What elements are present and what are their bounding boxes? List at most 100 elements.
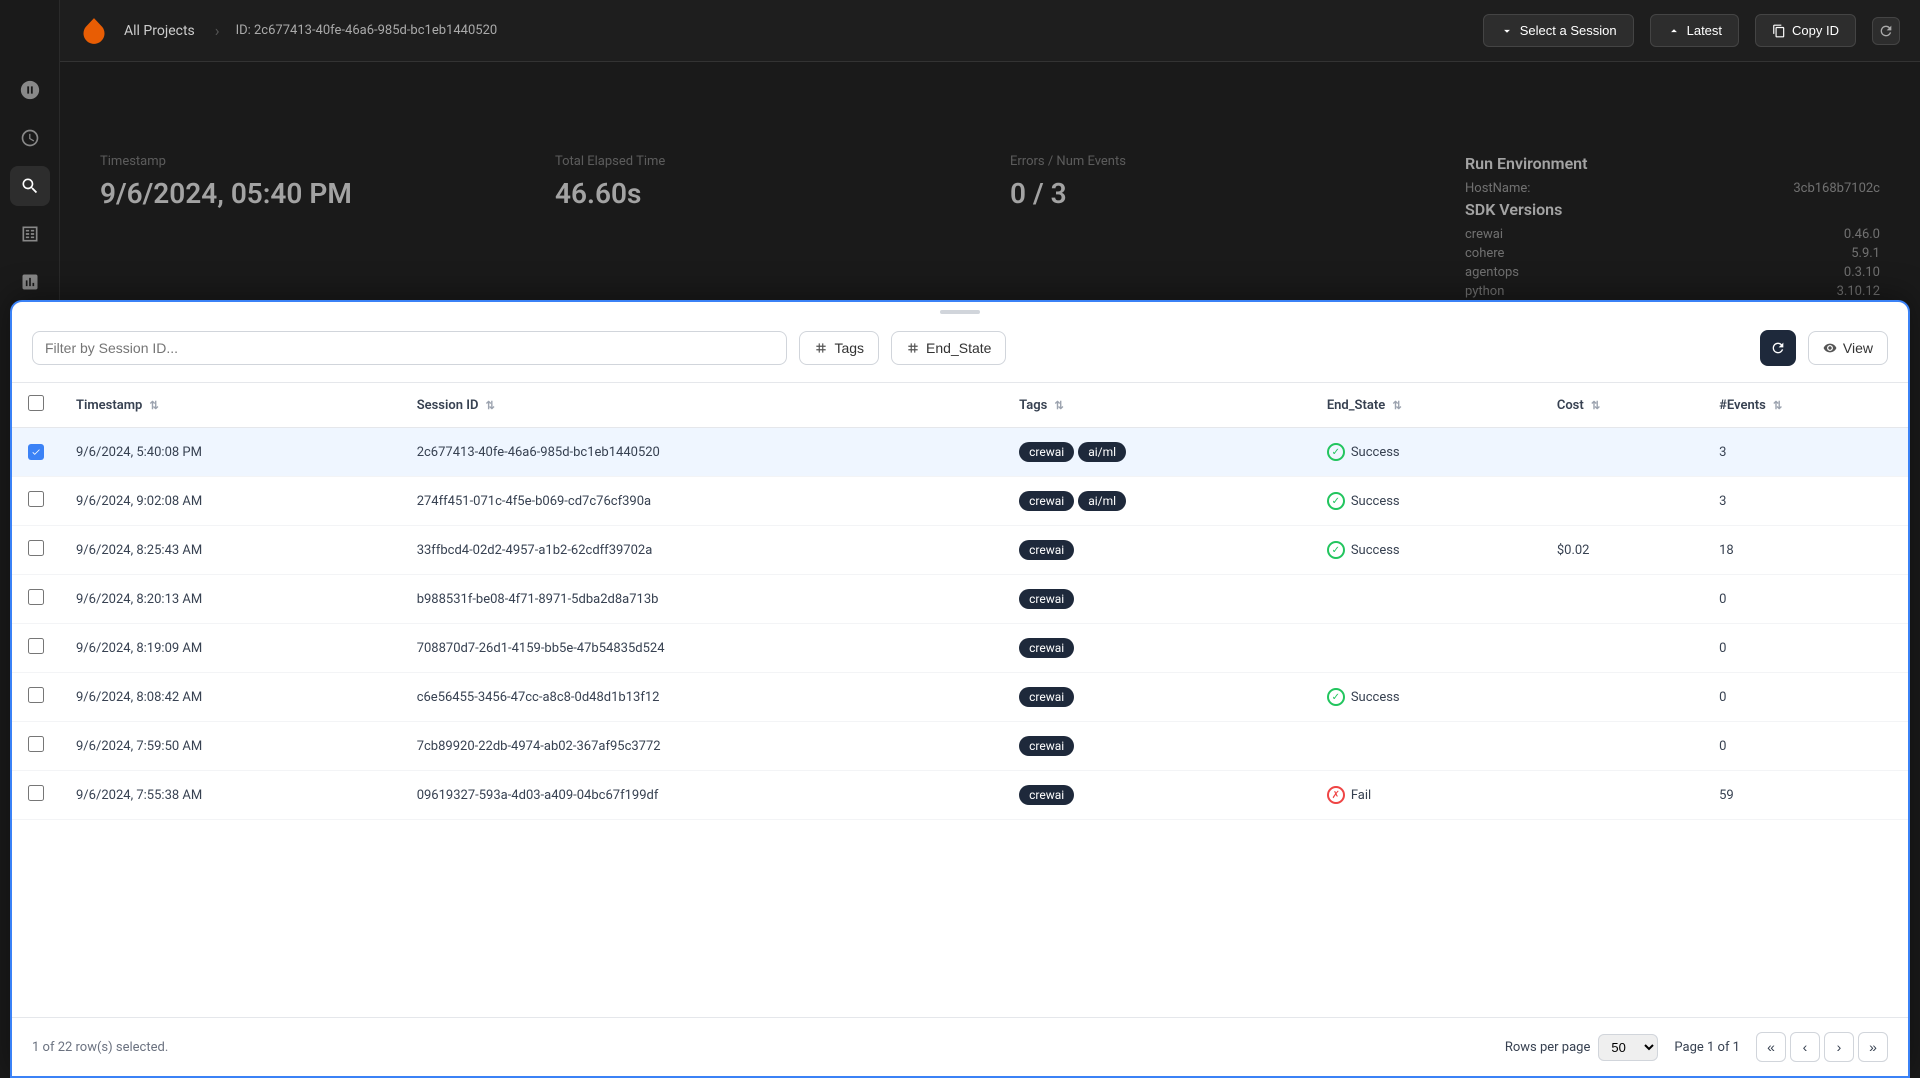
sdk-title: SDK Versions — [1465, 200, 1880, 219]
table-row[interactable]: 9/6/2024, 7:55:38 AM09619327-593a-4d03-a… — [12, 771, 1908, 820]
sidebar-item-logo[interactable] — [10, 70, 50, 110]
row-end-state: ✓Success — [1311, 526, 1541, 575]
hostname-value: 3cb168b7102c — [1793, 181, 1880, 196]
row-events: 59 — [1703, 771, 1908, 820]
cost-header[interactable]: Cost ⇅ — [1541, 383, 1703, 428]
tag-pill: crewai — [1019, 589, 1074, 609]
copy-id-button[interactable]: Copy ID — [1755, 14, 1856, 47]
row-timestamp: 9/6/2024, 8:25:43 AM — [60, 526, 401, 575]
errors-label: Errors / Num Events — [1010, 154, 1425, 169]
tag-pill: crewai — [1019, 736, 1074, 756]
row-events: 0 — [1703, 624, 1908, 673]
sidebar-item-analytics[interactable] — [10, 262, 50, 302]
row-end-state: ✗Fail — [1311, 771, 1541, 820]
row-tags: crewai — [1003, 526, 1311, 575]
modal-refresh-button[interactable] — [1760, 330, 1796, 366]
row-cost — [1541, 722, 1703, 771]
row-end-state: ✓Success — [1311, 428, 1541, 477]
session-id-header[interactable]: Session ID ⇅ — [401, 383, 1003, 428]
row-events: 3 — [1703, 477, 1908, 526]
view-button[interactable]: View — [1808, 331, 1888, 365]
row-cost — [1541, 624, 1703, 673]
timestamp-sort-icon: ⇅ — [150, 399, 159, 412]
row-end-state: ✓Success — [1311, 477, 1541, 526]
row-checkbox[interactable] — [28, 638, 44, 654]
row-checkbox[interactable] — [28, 687, 44, 703]
row-checkbox[interactable] — [28, 736, 44, 752]
events-sort-icon: ⇅ — [1773, 399, 1782, 412]
page-info: Page 1 of 1 — [1674, 1040, 1740, 1055]
table-row[interactable]: 9/6/2024, 8:25:43 AM33ffbcd4-02d2-4957-a… — [12, 526, 1908, 575]
row-tags: crewai — [1003, 673, 1311, 722]
next-page-button[interactable]: › — [1824, 1032, 1854, 1062]
row-checkbox[interactable] — [28, 540, 44, 556]
row-end-state — [1311, 575, 1541, 624]
row-cost — [1541, 771, 1703, 820]
row-cost — [1541, 673, 1703, 722]
sidebar-item-clock[interactable] — [10, 118, 50, 158]
row-session-id: 7cb89920-22db-4974-ab02-367af95c3772 — [401, 722, 1003, 771]
select-session-button[interactable]: Select a Session — [1483, 14, 1634, 47]
row-cost — [1541, 575, 1703, 624]
sdk-item: agentops0.3.10 — [1465, 265, 1880, 280]
rows-per-page-control: Rows per page 50 10 25 100 — [1505, 1034, 1659, 1061]
sdk-item: cohere5.9.1 — [1465, 246, 1880, 261]
row-tags: crewai — [1003, 575, 1311, 624]
sidebar-item-table[interactable] — [10, 214, 50, 254]
row-checkbox[interactable] — [28, 785, 44, 801]
row-checkbox[interactable] — [28, 491, 44, 507]
row-session-id: 09619327-593a-4d03-a409-04bc67f199df — [401, 771, 1003, 820]
end-state-filter-button[interactable]: End_State — [891, 331, 1006, 365]
rows-selected-label: 1 of 22 row(s) selected. — [32, 1040, 168, 1055]
timestamp-header[interactable]: Timestamp ⇅ — [60, 383, 401, 428]
select-all-header[interactable] — [12, 383, 60, 428]
tags-filter-button[interactable]: Tags — [799, 331, 879, 365]
events-header[interactable]: #Events ⇅ — [1703, 383, 1908, 428]
row-end-state: ✓Success — [1311, 673, 1541, 722]
prev-page-button[interactable]: ‹ — [1790, 1032, 1820, 1062]
rows-per-page-select[interactable]: 50 10 25 100 — [1598, 1034, 1658, 1061]
row-end-state — [1311, 722, 1541, 771]
row-session-id: 708870d7-26d1-4159-bb5e-47b54835d524 — [401, 624, 1003, 673]
tag-pill: crewai — [1019, 638, 1074, 658]
footer-right: Rows per page 50 10 25 100 Page 1 of 1 «… — [1505, 1032, 1888, 1062]
success-icon: ✓ — [1327, 443, 1345, 461]
refresh-button[interactable] — [1872, 17, 1900, 45]
topbar: All Projects › ID: 2c677413-40fe-46a6-98… — [60, 0, 1920, 62]
row-checkbox[interactable] — [28, 589, 44, 605]
pagination-controls: « ‹ › » — [1756, 1032, 1888, 1062]
table-row[interactable]: 9/6/2024, 7:59:50 AM7cb89920-22db-4974-a… — [12, 722, 1908, 771]
sidebar-item-search[interactable] — [10, 166, 50, 206]
session-filter-input[interactable] — [32, 331, 787, 365]
table-row[interactable]: 9/6/2024, 8:19:09 AM708870d7-26d1-4159-b… — [12, 624, 1908, 673]
table-row[interactable]: 9/6/2024, 8:08:42 AMc6e56455-3456-47cc-a… — [12, 673, 1908, 722]
tag-pill: ai/ml — [1078, 442, 1126, 462]
row-session-id: 33ffbcd4-02d2-4957-a1b2-62cdff39702a — [401, 526, 1003, 575]
row-tags: crewai — [1003, 722, 1311, 771]
end-state-header[interactable]: End_State ⇅ — [1311, 383, 1541, 428]
session-modal: Tags End_State View — [10, 300, 1910, 1078]
row-timestamp: 9/6/2024, 8:08:42 AM — [60, 673, 401, 722]
row-checkbox[interactable] — [28, 444, 44, 460]
row-events: 0 — [1703, 722, 1908, 771]
row-end-state — [1311, 624, 1541, 673]
sdk-item: crewai0.46.0 — [1465, 227, 1880, 242]
logo-icon — [80, 17, 108, 45]
last-page-button[interactable]: » — [1858, 1032, 1888, 1062]
first-page-button[interactable]: « — [1756, 1032, 1786, 1062]
all-projects-label[interactable]: All Projects — [124, 23, 195, 39]
table-row[interactable]: 9/6/2024, 5:40:08 PM2c677413-40fe-46a6-9… — [12, 428, 1908, 477]
latest-button[interactable]: Latest — [1650, 14, 1739, 47]
tags-header[interactable]: Tags ⇅ — [1003, 383, 1311, 428]
modal-header: Tags End_State View — [12, 314, 1908, 383]
sessions-table-container: Timestamp ⇅ Session ID ⇅ Tags ⇅ End_St — [12, 383, 1908, 1017]
row-events: 18 — [1703, 526, 1908, 575]
row-tags: crewaiai/ml — [1003, 428, 1311, 477]
table-row[interactable]: 9/6/2024, 9:02:08 AM274ff451-071c-4f5e-b… — [12, 477, 1908, 526]
session-id-sort-icon: ⇅ — [486, 399, 495, 412]
row-timestamp: 9/6/2024, 5:40:08 PM — [60, 428, 401, 477]
hostname-label: HostName: — [1465, 181, 1530, 196]
errors-value: 0 / 3 — [1010, 177, 1425, 210]
table-row[interactable]: 9/6/2024, 8:20:13 AMb988531f-be08-4f71-8… — [12, 575, 1908, 624]
select-all-checkbox[interactable] — [28, 395, 44, 411]
